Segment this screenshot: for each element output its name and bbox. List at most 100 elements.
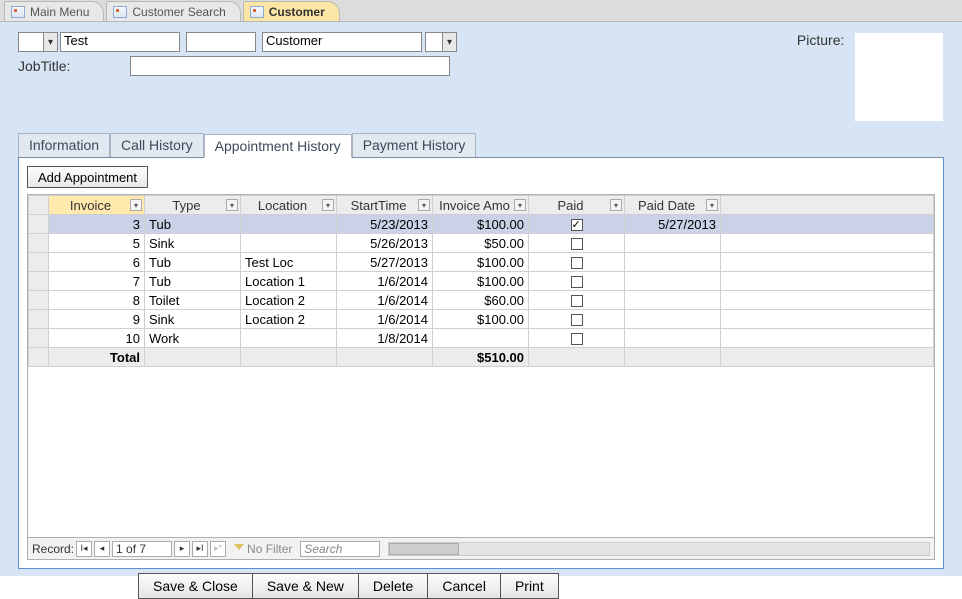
chevron-down-icon[interactable]: ▾ xyxy=(226,199,238,211)
table-row[interactable]: 9SinkLocation 21/6/2014$100.00 xyxy=(29,310,934,329)
no-filter-indicator[interactable]: No Filter xyxy=(234,542,292,556)
chevron-down-icon[interactable]: ▾ xyxy=(610,199,622,211)
first-name-input[interactable]: Test xyxy=(60,32,180,52)
col-paid-date[interactable]: Paid Date▾ xyxy=(625,196,721,215)
cell-amount[interactable]: $100.00 xyxy=(433,215,529,234)
col-invoice[interactable]: Invoice▾ xyxy=(49,196,145,215)
cell-location[interactable] xyxy=(241,329,337,348)
cell-paid-date[interactable] xyxy=(625,291,721,310)
row-selector[interactable] xyxy=(29,253,49,272)
horizontal-scrollbar[interactable] xyxy=(388,542,930,556)
cell-invoice[interactable]: 6 xyxy=(49,253,145,272)
checkbox-icon[interactable] xyxy=(571,219,583,231)
checkbox-icon[interactable] xyxy=(571,276,583,288)
checkbox-icon[interactable] xyxy=(571,257,583,269)
nav-next-button[interactable]: ▸ xyxy=(174,541,190,557)
cell-type[interactable]: Sink xyxy=(145,234,241,253)
table-row[interactable]: 8ToiletLocation 21/6/2014$60.00 xyxy=(29,291,934,310)
nav-last-button[interactable]: ▸I xyxy=(192,541,208,557)
cell-location[interactable] xyxy=(241,234,337,253)
checkbox-icon[interactable] xyxy=(571,238,583,250)
row-selector-header[interactable] xyxy=(29,196,49,215)
chevron-down-icon[interactable]: ▾ xyxy=(322,199,334,211)
tab-information[interactable]: Information xyxy=(18,133,110,157)
row-selector[interactable] xyxy=(29,310,49,329)
cell-paid[interactable] xyxy=(529,234,625,253)
cell-invoice[interactable]: 10 xyxy=(49,329,145,348)
row-selector[interactable] xyxy=(29,234,49,253)
cell-amount[interactable]: $50.00 xyxy=(433,234,529,253)
cell-starttime[interactable]: 5/23/2013 xyxy=(337,215,433,234)
cell-starttime[interactable]: 1/8/2014 xyxy=(337,329,433,348)
cell-type[interactable]: Work xyxy=(145,329,241,348)
row-selector[interactable] xyxy=(29,329,49,348)
cell-invoice[interactable]: 3 xyxy=(49,215,145,234)
checkbox-icon[interactable] xyxy=(571,295,583,307)
cell-type[interactable]: Sink xyxy=(145,310,241,329)
table-row[interactable]: 5Sink 5/26/2013$50.00 xyxy=(29,234,934,253)
cell-type[interactable]: Toilet xyxy=(145,291,241,310)
delete-button[interactable]: Delete xyxy=(358,573,427,599)
prefix-combo[interactable]: ▾ xyxy=(18,32,58,52)
grid-search-input[interactable]: Search xyxy=(300,541,380,557)
cell-type[interactable]: Tub xyxy=(145,272,241,291)
cell-paid[interactable] xyxy=(529,310,625,329)
checkbox-icon[interactable] xyxy=(571,314,583,326)
cell-invoice[interactable]: 5 xyxy=(49,234,145,253)
cell-location[interactable]: Location 1 xyxy=(241,272,337,291)
nav-first-button[interactable]: I◂ xyxy=(76,541,92,557)
chevron-down-icon[interactable]: ▾ xyxy=(706,199,718,211)
cell-paid[interactable] xyxy=(529,291,625,310)
cell-paid[interactable] xyxy=(529,215,625,234)
chevron-down-icon[interactable]: ▾ xyxy=(418,199,430,211)
cell-paid-date[interactable] xyxy=(625,234,721,253)
col-location[interactable]: Location▾ xyxy=(241,196,337,215)
table-row[interactable]: 7TubLocation 11/6/2014$100.00 xyxy=(29,272,934,291)
cell-amount[interactable]: $100.00 xyxy=(433,253,529,272)
cell-amount[interactable]: $100.00 xyxy=(433,272,529,291)
row-selector[interactable] xyxy=(29,215,49,234)
table-row[interactable]: 6TubTest Loc5/27/2013$100.00 xyxy=(29,253,934,272)
tab-call-history[interactable]: Call History xyxy=(110,133,204,157)
nav-new-button[interactable]: ▸* xyxy=(210,541,226,557)
table-row[interactable]: 3Tub5/23/2013$100.005/27/2013 xyxy=(29,215,934,234)
cell-starttime[interactable]: 1/6/2014 xyxy=(337,310,433,329)
cell-paid-date[interactable] xyxy=(625,329,721,348)
cell-invoice[interactable]: 7 xyxy=(49,272,145,291)
cell-starttime[interactable]: 1/6/2014 xyxy=(337,272,433,291)
app-tab-main-menu[interactable]: Main Menu xyxy=(4,1,104,21)
tab-appointment-history[interactable]: Appointment History xyxy=(204,134,352,158)
last-name-input[interactable]: Customer xyxy=(262,32,422,52)
record-position[interactable]: 1 of 7 xyxy=(112,541,172,557)
cell-paid-date[interactable] xyxy=(625,310,721,329)
col-paid[interactable]: Paid▾ xyxy=(529,196,625,215)
picture-frame[interactable] xyxy=(854,32,944,122)
cell-location[interactable]: Location 2 xyxy=(241,310,337,329)
cancel-button[interactable]: Cancel xyxy=(427,573,500,599)
col-type[interactable]: Type▾ xyxy=(145,196,241,215)
cell-starttime[interactable]: 1/6/2014 xyxy=(337,291,433,310)
cell-location[interactable]: Test Loc xyxy=(241,253,337,272)
col-starttime[interactable]: StartTime▾ xyxy=(337,196,433,215)
app-tab-customer-search[interactable]: Customer Search xyxy=(106,1,240,21)
cell-location[interactable]: Location 2 xyxy=(241,291,337,310)
cell-invoice[interactable]: 9 xyxy=(49,310,145,329)
jobtitle-input[interactable] xyxy=(130,56,450,76)
cell-paid-date[interactable] xyxy=(625,272,721,291)
chevron-down-icon[interactable]: ▾ xyxy=(130,199,142,211)
table-row[interactable]: 10Work 1/8/2014 xyxy=(29,329,934,348)
cell-invoice[interactable]: 8 xyxy=(49,291,145,310)
checkbox-icon[interactable] xyxy=(571,333,583,345)
cell-type[interactable]: Tub xyxy=(145,253,241,272)
cell-starttime[interactable]: 5/26/2013 xyxy=(337,234,433,253)
cell-paid[interactable] xyxy=(529,272,625,291)
cell-location[interactable] xyxy=(241,215,337,234)
app-tab-customer[interactable]: Customer xyxy=(243,1,340,21)
cell-paid-date[interactable]: 5/27/2013 xyxy=(625,215,721,234)
nav-prev-button[interactable]: ◂ xyxy=(94,541,110,557)
col-invoice-amount[interactable]: Invoice Amo▾ xyxy=(433,196,529,215)
save-new-button[interactable]: Save & New xyxy=(252,573,358,599)
chevron-down-icon[interactable]: ▾ xyxy=(514,199,526,211)
cell-paid[interactable] xyxy=(529,329,625,348)
cell-amount[interactable]: $60.00 xyxy=(433,291,529,310)
